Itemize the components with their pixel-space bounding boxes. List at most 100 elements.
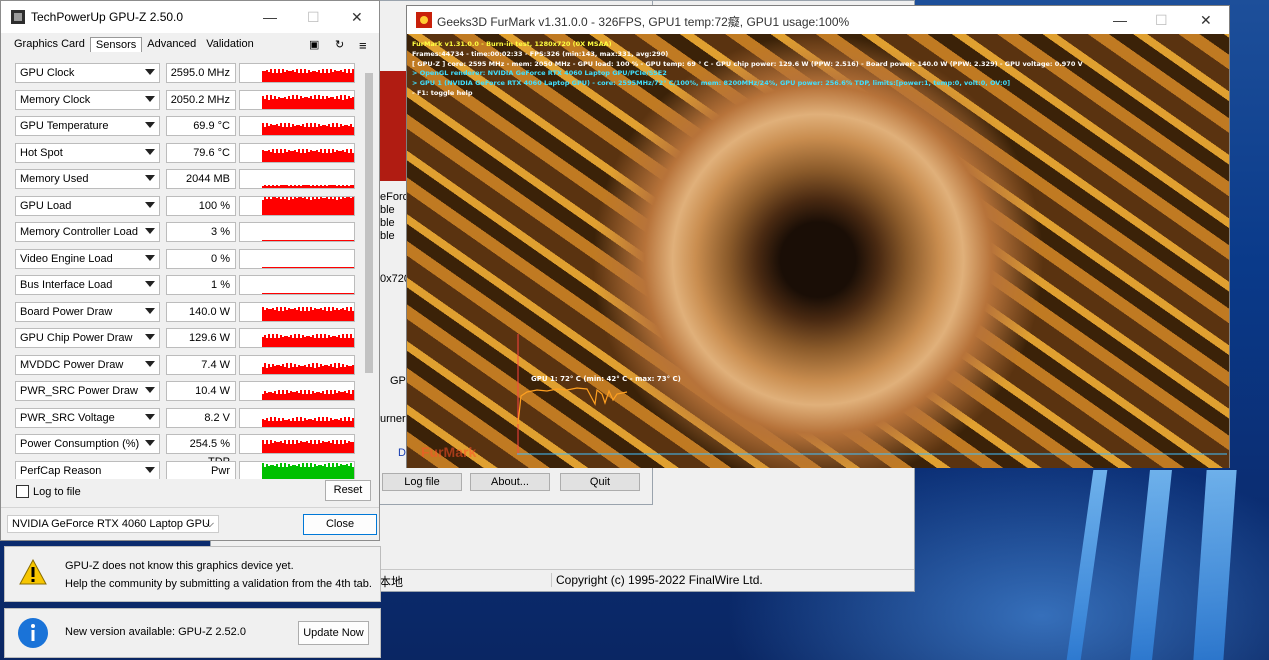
sensor-row: Memory Used 2044 MB — [15, 167, 361, 191]
dropdown-arrow-icon[interactable] — [145, 307, 155, 314]
dropdown-arrow-icon[interactable] — [145, 148, 155, 155]
osd-line: > OpenGL renderer: NVIDIA GeForce RTX 40… — [412, 69, 667, 78]
sensor-name[interactable]: Board Power Draw — [15, 301, 160, 322]
sensor-value: Pwr — [166, 460, 236, 479]
quit-button[interactable]: Quit — [560, 473, 640, 491]
maximize-icon[interactable]: ☐ — [1155, 12, 1168, 29]
gpu-select[interactable]: NVIDIA GeForce RTX 4060 Laptop GPU ⌵ — [7, 515, 219, 533]
sensor-row: Power Consumption (%) 254.5 % TDP — [15, 432, 361, 468]
graph-bar — [352, 185, 354, 188]
camera-icon[interactable]: ▣ — [309, 38, 319, 51]
sensor-scrollbar[interactable] — [364, 61, 374, 479]
dropdown-arrow-icon[interactable] — [145, 413, 155, 420]
sensor-row: Bus Interface Load 1 % — [15, 273, 361, 297]
sensor-name[interactable]: Memory Controller Load — [15, 222, 160, 242]
graph-bar — [352, 337, 354, 347]
osd-line: FurMark v1.31.0.0 - Burn-in test, 1280x7… — [412, 40, 612, 48]
dropdown-arrow-icon[interactable] — [145, 175, 155, 181]
sensor-row: GPU Clock 2595.0 MHz — [15, 61, 361, 85]
sensor-name[interactable]: GPU Temperature — [15, 116, 160, 136]
sensor-name[interactable]: Power Consumption (%) — [15, 434, 160, 454]
graph-bar — [352, 126, 354, 135]
sensor-value: 140.0 W — [166, 301, 236, 322]
furmark-app-icon — [416, 12, 432, 28]
graph-bar — [352, 364, 354, 374]
about-button[interactable]: About... — [470, 473, 550, 491]
sensor-value: 1 % — [166, 275, 236, 295]
sensor-row: Board Power Draw 140.0 W — [15, 300, 361, 324]
refresh-icon[interactable]: ↻ — [335, 38, 344, 51]
sensor-row: Memory Controller Load 3 % — [15, 220, 361, 244]
furmark-title: Geeks3D FurMark v1.31.0.0 - 326FPS, GPU1… — [437, 15, 850, 29]
sensor-name[interactable]: PWR_SRC Power Draw — [15, 381, 160, 401]
graph-label: GPU 1: 72° C (min: 42° C - max: 73° C) — [531, 375, 681, 383]
text-fragment: ble — [380, 230, 395, 242]
dropdown-arrow-icon[interactable] — [145, 281, 155, 287]
dropdown-arrow-icon[interactable] — [145, 334, 155, 340]
dropdown-arrow-icon[interactable] — [145, 466, 155, 473]
tab-graphics-card[interactable]: Graphics Card — [9, 37, 90, 51]
osd-line: Frames:44734 - time:00:02:33 - FPS:326 (… — [412, 49, 669, 58]
sensor-name[interactable]: Memory Clock — [15, 89, 160, 110]
log-to-file-checkbox[interactable] — [16, 485, 29, 498]
dropdown-arrow-icon[interactable] — [145, 254, 155, 261]
dropdown-arrow-icon[interactable] — [145, 122, 155, 128]
sensor-name[interactable]: PWR_SRC Voltage — [15, 407, 160, 428]
sensor-graph — [239, 116, 355, 136]
tab-sensors[interactable]: Sensors — [89, 37, 143, 52]
dropdown-arrow-icon[interactable] — [145, 387, 155, 393]
sensor-graph — [239, 354, 355, 375]
furmark-titlebar[interactable]: Geeks3D FurMark v1.31.0.0 - 326FPS, GPU1… — [407, 6, 1229, 34]
sensor-row: Hot Spot 79.6 °C — [15, 141, 361, 165]
sensor-name[interactable]: Hot Spot — [15, 142, 160, 163]
close-button[interactable]: Close — [303, 514, 377, 535]
minimize-icon[interactable]: — — [263, 9, 277, 25]
graph-bar — [352, 266, 354, 268]
tab-advanced[interactable]: Advanced — [142, 37, 201, 51]
sensor-name[interactable]: GPU Load — [15, 195, 160, 216]
sensor-value: 69.9 °C — [166, 116, 236, 136]
dropdown-arrow-icon[interactable] — [145, 201, 155, 208]
dropdown-arrow-icon[interactable] — [145, 360, 155, 367]
sensor-graph — [239, 248, 355, 269]
sensor-graph — [239, 328, 355, 348]
gpuz-titlebar[interactable]: TechPowerUp GPU-Z 2.50.0 — ☐ ✕ — [1, 1, 379, 33]
sensor-name[interactable]: Memory Used — [15, 169, 160, 189]
gpuz-tab-bar: Graphics Card Sensors Advanced Validatio… — [9, 37, 259, 55]
sensor-row: Video Engine Load 0 % — [15, 247, 361, 271]
sensor-name[interactable]: PerfCap Reason — [15, 460, 160, 479]
text-fragment: ble — [380, 204, 395, 216]
log-file-button[interactable]: Log file — [382, 473, 462, 491]
furmark-logo-watermark: FurMark — [421, 444, 477, 460]
sensor-name[interactable]: GPU Clock — [15, 63, 160, 83]
scrollbar-thumb[interactable] — [365, 73, 373, 373]
close-icon[interactable]: ✕ — [351, 9, 363, 26]
graph-bar — [352, 417, 354, 427]
sensor-name[interactable]: GPU Chip Power Draw — [15, 328, 160, 348]
sensor-name[interactable]: MVDDC Power Draw — [15, 354, 160, 375]
dropdown-arrow-icon[interactable] — [145, 69, 155, 75]
gpuz-app-icon — [11, 10, 25, 24]
maximize-icon[interactable]: ☐ — [307, 9, 320, 26]
sensor-name[interactable]: Video Engine Load — [15, 248, 160, 269]
menu-icon[interactable]: ≡ — [359, 38, 367, 53]
sensor-name[interactable]: Bus Interface Load — [15, 275, 160, 295]
text-fragment: ble — [380, 217, 395, 229]
close-icon[interactable]: ✕ — [1200, 12, 1212, 29]
sensor-row: GPU Temperature 69.9 °C — [15, 114, 361, 138]
update-now-button[interactable]: Update Now — [298, 621, 369, 645]
dropdown-arrow-icon[interactable] — [145, 440, 155, 446]
reset-button[interactable]: Reset — [325, 480, 371, 501]
sensor-value: 129.6 W — [166, 328, 236, 348]
status-copyright: Copyright (c) 1995-2022 FinalWire Ltd. — [551, 573, 763, 587]
sensor-graph — [239, 89, 355, 110]
furmark-render-canvas: FurMark v1.31.0.0 - Burn-in test, 1280x7… — [407, 34, 1229, 468]
tab-validation[interactable]: Validation — [201, 37, 259, 51]
graph-bar — [352, 152, 354, 162]
minimize-icon[interactable]: — — [1113, 12, 1127, 28]
dropdown-arrow-icon[interactable] — [145, 228, 155, 234]
graph-bar — [352, 389, 354, 400]
gpuz-window: TechPowerUp GPU-Z 2.50.0 — ☐ ✕ Graphics … — [0, 0, 380, 541]
dropdown-arrow-icon[interactable] — [145, 95, 155, 102]
sensor-value: 8.2 V — [166, 407, 236, 428]
